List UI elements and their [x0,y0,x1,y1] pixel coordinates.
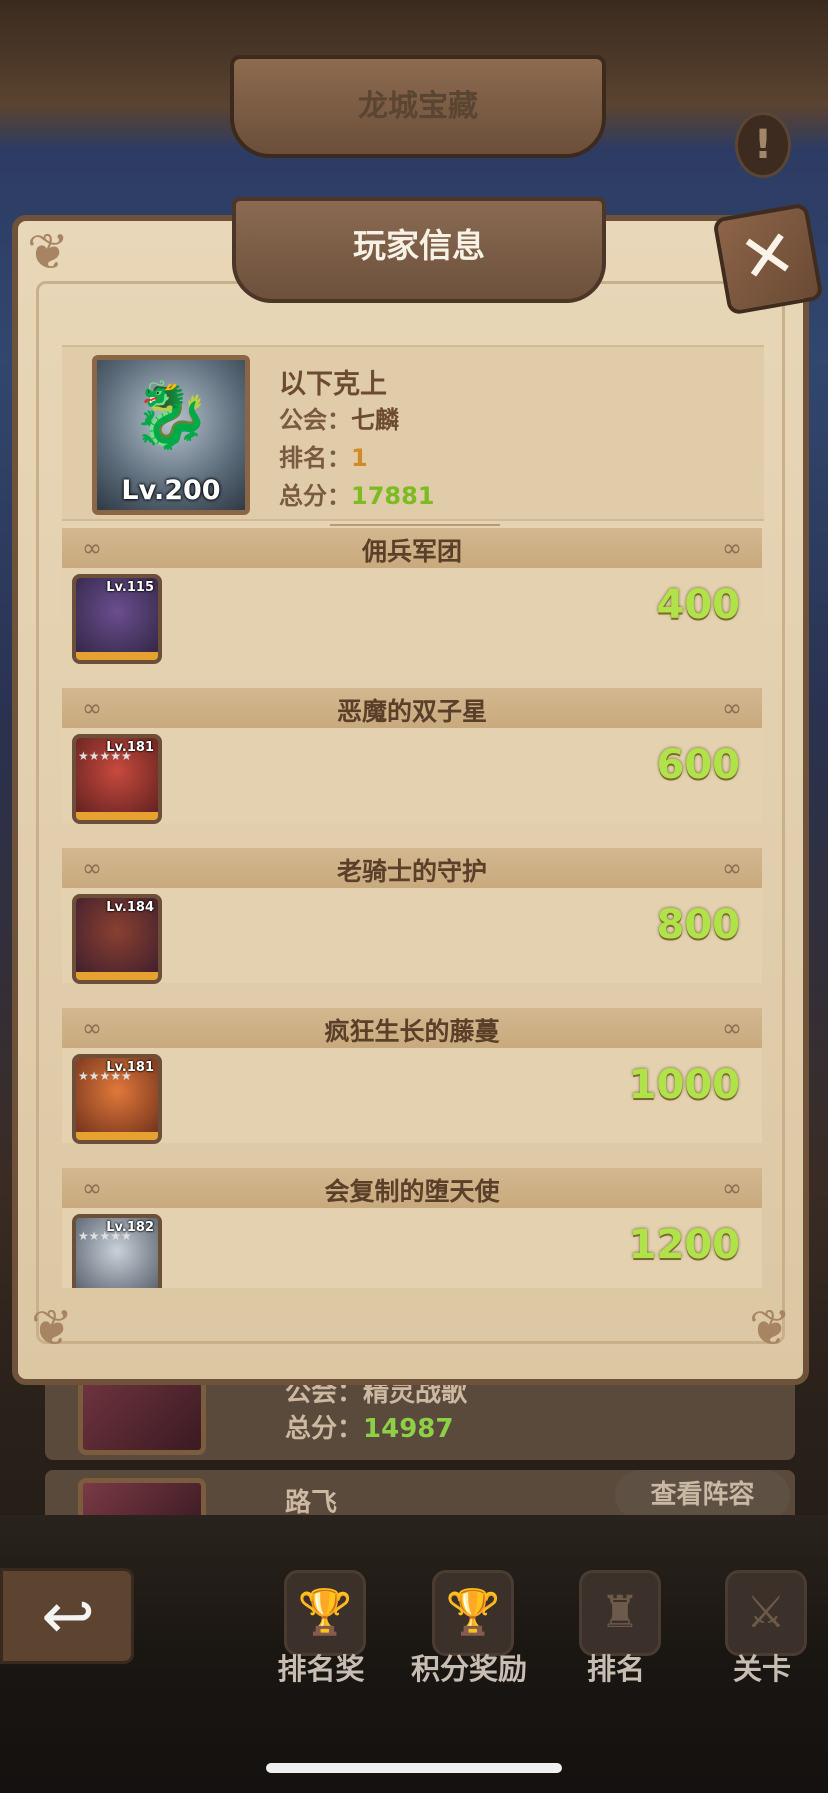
top-title-plate: 龙城宝藏 [230,55,606,158]
corner-ornament-icon: ❦ [31,1299,73,1357]
hero-rarity-bar [76,652,158,660]
stage-section: ∞ 佣兵军团 ∞ Lv.115 400 [62,528,762,668]
player-level: Lv.200 [121,475,221,506]
section-title: 老骑士的守护 [336,857,487,886]
stage-section: ∞会复制的堕天使∞★★★★★Lv.1821200 [62,1168,762,1288]
section-body: ★★★★★Lv.182 1200 [62,1208,762,1288]
hero-avatar[interactable]: ★★★★★Lv.182 [72,1214,162,1288]
total-score: 总分：14987 [285,1408,453,1445]
hero-level: Lv.181 [106,1060,154,1075]
total-label: 总分： [285,1414,364,1444]
hero-avatar[interactable]: ★★★★★Lv.181 [72,734,162,824]
points-reward-icon: 🏆 [432,1570,514,1656]
close-icon: ✕ [733,213,802,300]
chain-link-icon: ∞ [722,1014,742,1042]
hero-avatar[interactable]: Lv.115 [72,574,162,664]
chain-link-icon: ∞ [722,854,742,882]
modal-title: 玩家信息 [353,226,485,265]
rank-row: 排名：1 [279,438,368,473]
chain-link-icon: ∞ [722,534,742,562]
info-icon[interactable]: ! [735,112,791,178]
star-rating: ★★★★★ [78,750,132,763]
section-header: ∞ 老骑士的守护 ∞ [62,848,762,888]
rank-value: 1 [351,444,368,472]
back-arrow-icon: ↩ [41,1580,95,1654]
stage-score: 1200 [628,1222,740,1268]
nav-ranking[interactable]: ♜ 排名 [541,1570,691,1690]
corner-ornament-icon: ❦ [27,223,69,281]
section-title: 疯狂生长的藤蔓 [324,1017,500,1046]
section-body: ★★★★★Lv.181 600 [62,728,762,824]
stage-score: 800 [656,902,741,948]
section-header: ∞ 恶魔的双子星 ∞ [62,688,762,728]
section-header: ∞ 会复制的堕天使 ∞ [62,1168,762,1208]
nav-stage[interactable]: ⚔ 关卡 [687,1570,828,1690]
section-title: 恶魔的双子星 [336,697,487,726]
player-avatar: 🐉 Lv.200 [92,355,250,515]
hero-rarity-bar [76,972,158,980]
section-body: Lv.184 800 [62,888,762,984]
stage-score: 400 [656,582,741,628]
nav-label: 关卡 [732,1652,791,1686]
ranking-icon: ♜ [579,1570,661,1656]
total-label: 总分： [279,482,351,510]
player-name: 路飞 [285,1488,338,1518]
section-body: Lv.115 400 [62,568,762,664]
view-lineup-button[interactable]: 查看阵容 [615,1470,790,1520]
guild-label: 公会： [279,406,351,434]
nav-rank-reward[interactable]: 🏆 排名奖 [246,1570,396,1690]
total-value: 17881 [351,482,435,510]
stage-icon: ⚔ [725,1570,807,1656]
home-indicator[interactable] [266,1763,562,1773]
rank-reward-icon: 🏆 [284,1570,366,1656]
hero-avatar[interactable]: Lv.184 [72,894,162,984]
section-body: ★★★★★Lv.181 1000 [62,1048,762,1144]
nav-points-reward[interactable]: 🏆 积分奖励 [394,1570,544,1690]
hero-level: Lv.181 [106,740,154,755]
player-name: 以下克上 [279,369,387,400]
stage-section: ∞疯狂生长的藤蔓∞★★★★★Lv.1811000 [62,1008,762,1148]
hero-avatar[interactable]: ★★★★★Lv.181 [72,1054,162,1144]
stage-score-list[interactable]: ∞佣兵军团∞Lv.115400∞恶魔的双子星∞★★★★★Lv.181600∞老骑… [62,528,767,1288]
hero-level: Lv.184 [106,900,154,915]
modal-header: 玩家信息 [232,197,606,303]
hero-level: Lv.115 [106,580,154,595]
section-header: ∞ 佣兵军团 ∞ [62,528,762,568]
star-rating: ★★★★★ [78,1230,132,1243]
back-button[interactable]: ↩ [0,1568,134,1664]
hero-level: Lv.182 [106,1220,154,1235]
section-header: ∞ 疯狂生长的藤蔓 ∞ [62,1008,762,1048]
stage-section: ∞恶魔的双子星∞★★★★★Lv.181600 [62,688,762,828]
stage-section: ∞ 老骑士的守护 ∞ Lv.184 800 [62,848,762,988]
stage-score: 1000 [628,1062,740,1108]
corner-ornament-icon: ❦ [749,1299,791,1357]
star-rating: ★★★★★ [78,1070,132,1083]
chain-link-icon: ∞ [722,694,742,722]
nav-label: 排名奖 [277,1652,365,1686]
chain-link-icon: ∞ [722,1174,742,1202]
total-value: 14987 [363,1414,454,1444]
nav-label: 排名 [586,1652,645,1686]
total-row: 总分：17881 [279,476,435,511]
hero-rarity-bar [76,1132,158,1140]
section-title: 佣兵军团 [361,537,462,566]
hero-rarity-bar [76,812,158,820]
page-title: 龙城宝藏 [358,89,478,124]
stage-score: 600 [656,742,741,788]
guild-value: 七麟 [351,406,399,434]
section-title: 会复制的堕天使 [324,1177,500,1206]
nav-label: 积分奖励 [410,1652,527,1686]
dragon-emblem-icon: 🐉 [131,379,211,453]
rank-label: 排名： [279,444,351,472]
close-button[interactable]: ✕ [712,202,824,316]
guild-row: 公会：七麟 [279,400,399,435]
